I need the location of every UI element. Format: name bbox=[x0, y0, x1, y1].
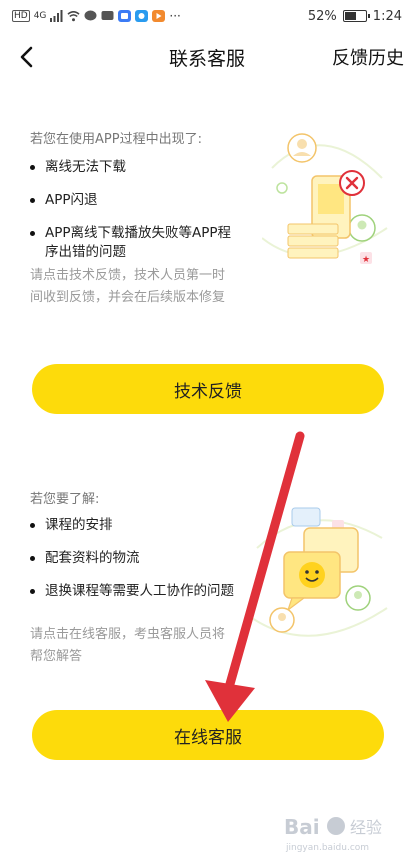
wifi-icon bbox=[67, 11, 80, 22]
battery-icon bbox=[342, 10, 370, 22]
tech-feedback-button[interactable]: 技术反馈 bbox=[32, 364, 384, 414]
svg-text:jingyan.baidu.com: jingyan.baidu.com bbox=[285, 843, 369, 853]
network-type: 4G bbox=[33, 11, 47, 21]
signal-icon bbox=[50, 10, 63, 22]
clock: 1:24 bbox=[372, 8, 402, 24]
list-item: 课程的安排 bbox=[30, 516, 235, 535]
tech-intro: 若您在使用APP过程中出现了: bbox=[30, 132, 202, 147]
chat-service-illustration bbox=[252, 507, 388, 637]
battery-percent: 52% bbox=[307, 8, 337, 24]
list-item: 配套资料的物流 bbox=[30, 549, 235, 568]
svg-text:★: ★ bbox=[362, 255, 370, 265]
list-item: APP闪退 bbox=[30, 191, 235, 210]
online-note: 请点击在线客服，考虫客服人员将帮您解答 bbox=[30, 627, 226, 664]
message-icon bbox=[84, 10, 97, 21]
more-icon: ··· bbox=[169, 9, 181, 23]
nav-bar: 联系客服 反馈历史 bbox=[0, 32, 414, 82]
list-item: APP离线下载播放失败等APP程序出错的问题 bbox=[30, 224, 235, 262]
status-right: 52% 1:24 bbox=[308, 9, 402, 24]
svg-text:经验: 经验 bbox=[350, 818, 382, 837]
list-item: 退换课程等需要人工协作的问题 bbox=[30, 582, 235, 601]
svg-text:Bai: Bai bbox=[284, 815, 320, 839]
app-icon-qq bbox=[135, 10, 149, 22]
list-item: 离线无法下载 bbox=[30, 158, 235, 177]
online-topic-list: 课程的安排 配套资料的物流 退换课程等需要人工协作的问题 bbox=[30, 516, 235, 615]
online-service-button[interactable]: 在线客服 bbox=[32, 710, 384, 760]
feedback-history-link[interactable]: 反馈历史 bbox=[332, 44, 404, 70]
tech-issue-list: 离线无法下载 APP闪退 APP离线下载播放失败等APP程序出错的问题 bbox=[30, 158, 235, 276]
chat-icon bbox=[101, 11, 114, 20]
app-icon-play bbox=[152, 10, 166, 22]
baidu-watermark-logo: Bai 经验 jingyan.baidu.com bbox=[284, 815, 382, 853]
app-icon-blue bbox=[118, 10, 132, 22]
tech-note: 请点击技术反馈，技术人员第一时间收到反馈，并会在后续版本修复 bbox=[30, 268, 226, 305]
hd-icon: HD bbox=[12, 10, 30, 22]
status-icons: HD 4G ··· bbox=[12, 9, 181, 23]
status-bar: HD 4G ··· 52% 1:24 bbox=[0, 0, 414, 32]
phone-error-illustration: ★ bbox=[262, 133, 388, 265]
online-intro: 若您要了解: bbox=[30, 492, 100, 507]
